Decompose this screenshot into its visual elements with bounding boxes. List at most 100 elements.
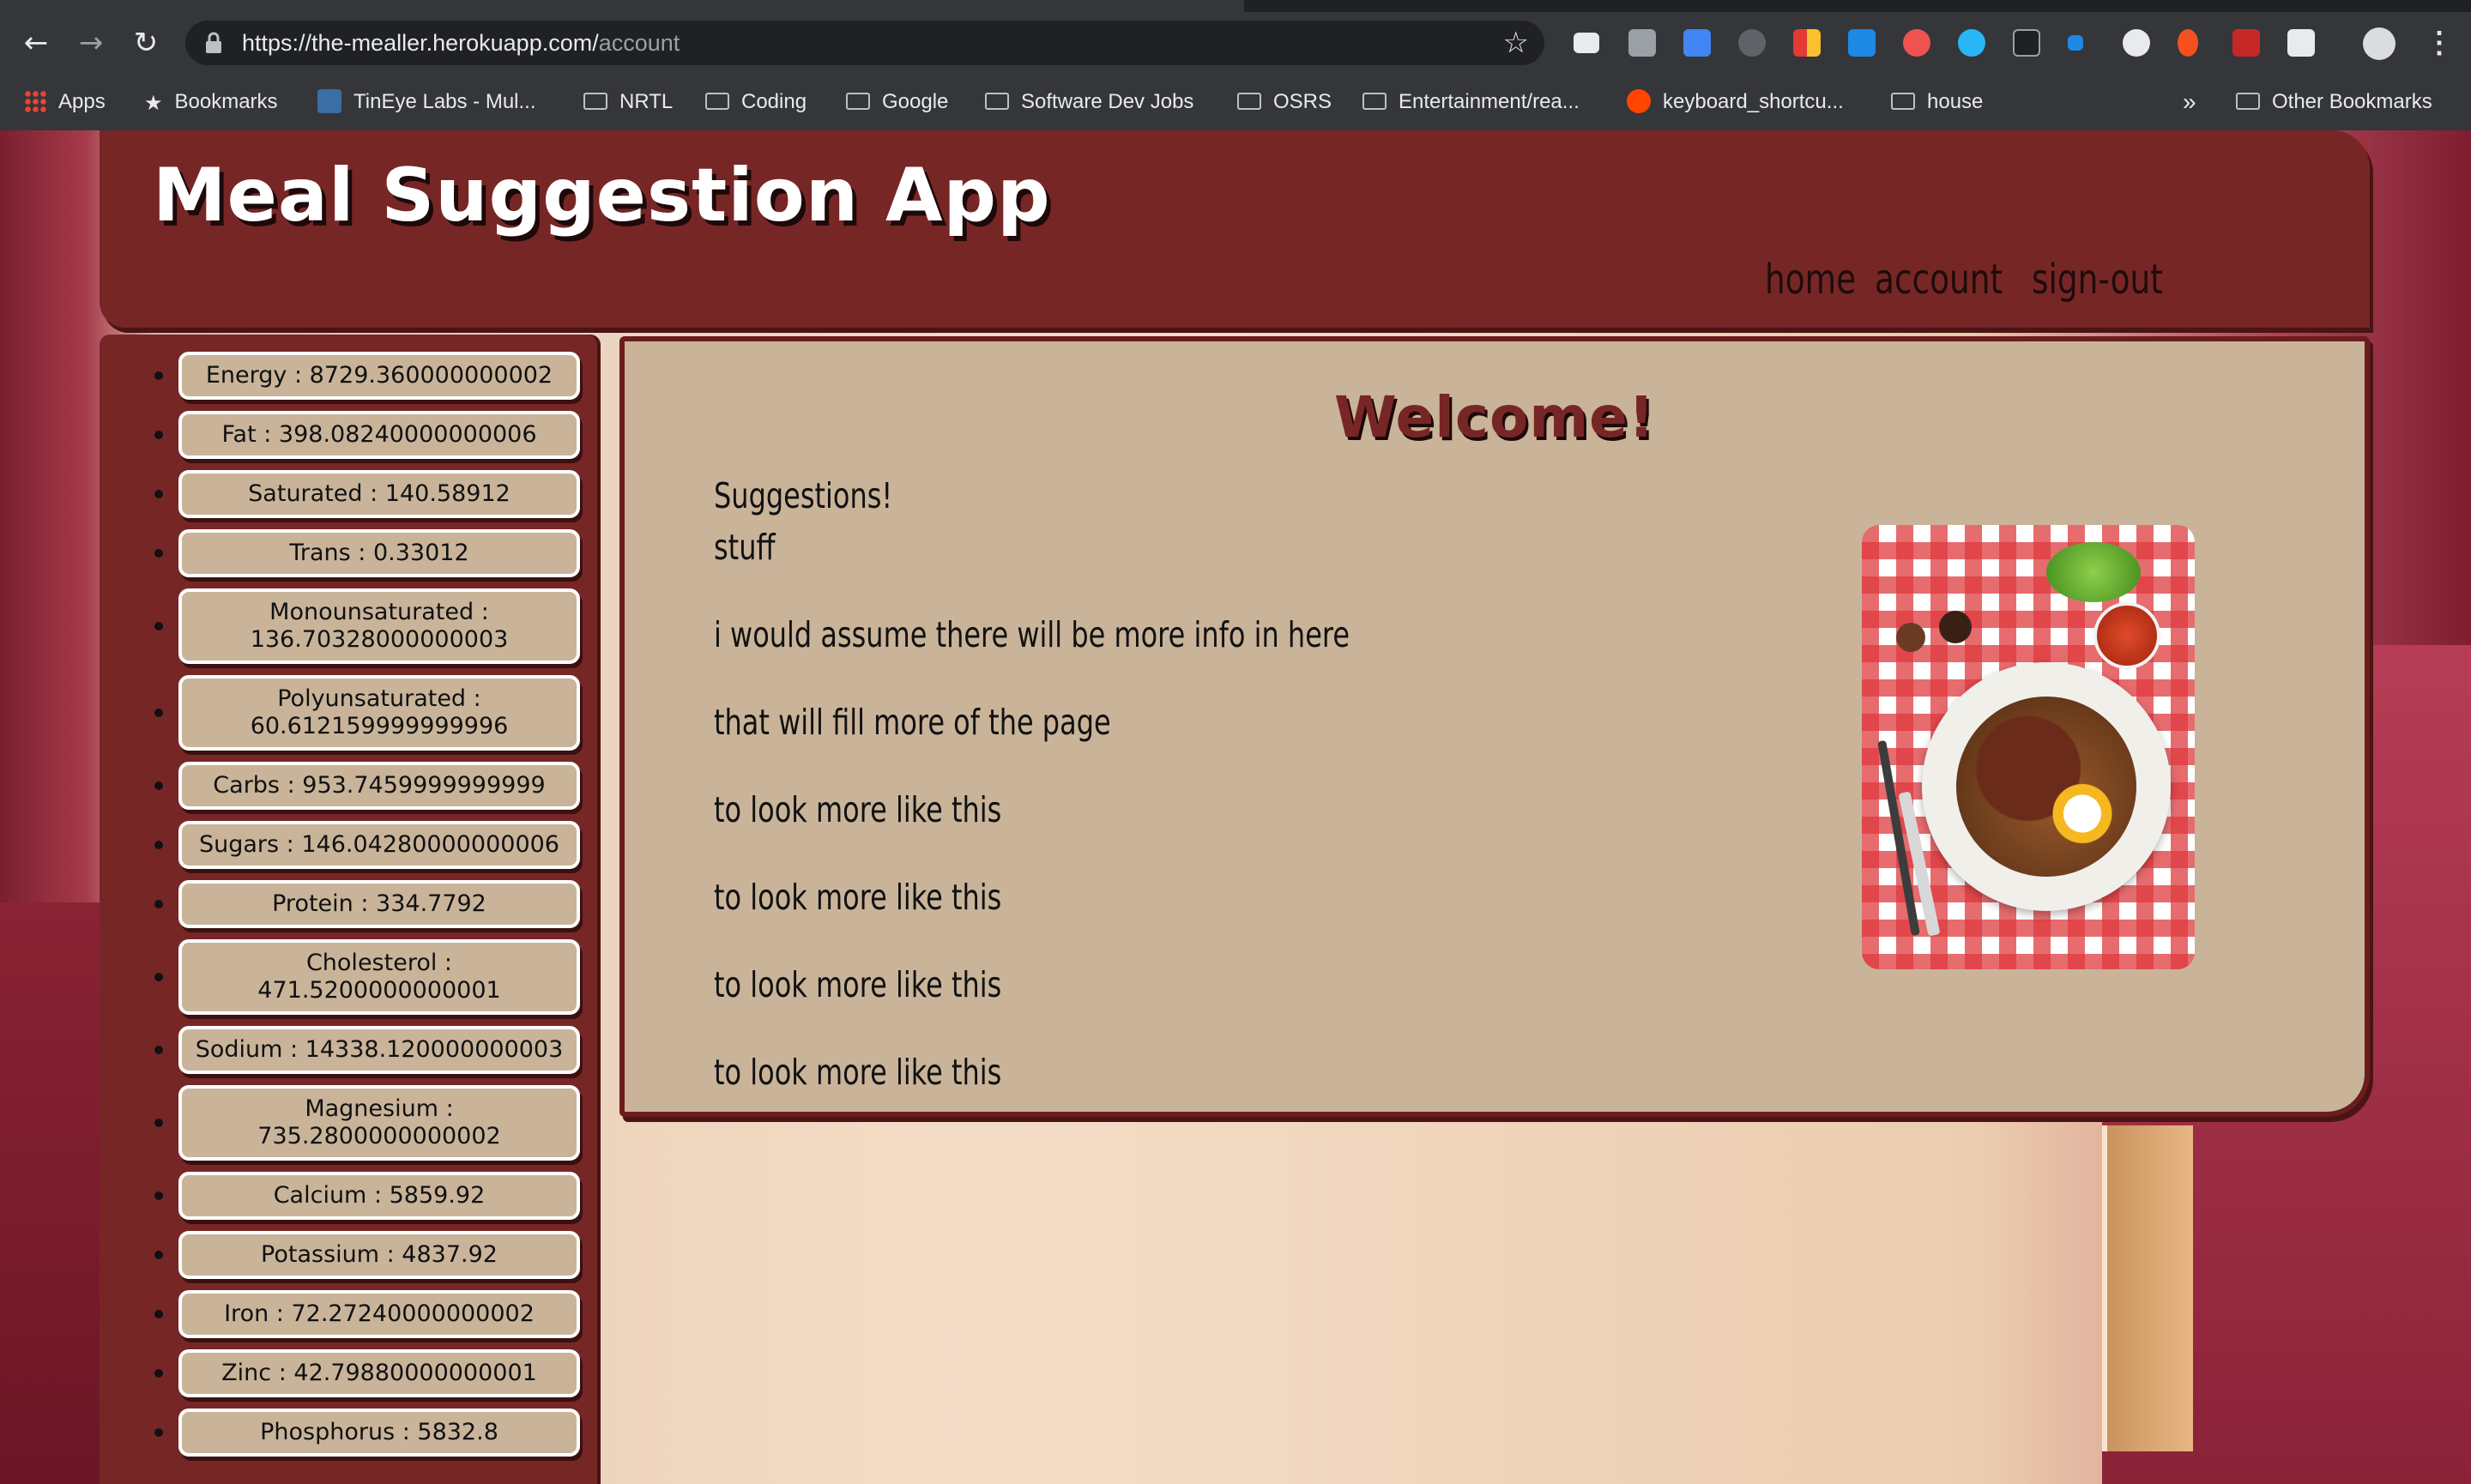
folder-icon xyxy=(985,92,1009,110)
nutrient-sodium: Sodium : 14338.120000000003 xyxy=(154,1026,580,1074)
pen-extension-icon[interactable] xyxy=(2013,29,2040,57)
folder-icon xyxy=(705,92,729,110)
bookmark-label: Apps xyxy=(58,90,106,113)
bookmark-folder-house[interactable]: house xyxy=(1891,74,1983,130)
bookmark-label: TinEye Labs - Mul... xyxy=(353,90,536,113)
page-viewport: Meal Suggestion App home account sign-ou… xyxy=(0,130,2471,1484)
star-icon: ★ xyxy=(144,90,163,115)
square-extension-icon[interactable] xyxy=(2068,35,2083,51)
nutrient-cholesterol: Cholesterol : 471.5200000000001 xyxy=(154,939,580,1015)
url-host: https://the-mealler.herokuapp.com/ xyxy=(242,30,599,56)
bookmark-label: keyboard_shortcu... xyxy=(1663,90,1844,113)
main-text-line: i would assume there will be more info i… xyxy=(714,614,1350,655)
folder-icon xyxy=(1237,92,1261,110)
main-text-line: Suggestions! xyxy=(714,475,893,516)
record-extension-icon[interactable] xyxy=(1903,29,1930,57)
bookmark-bookmarks[interactable]: ★ Bookmarks xyxy=(144,74,278,130)
bookmark-label: Other Bookmarks xyxy=(2272,90,2432,113)
bookmark-folder-osrs[interactable]: OSRS xyxy=(1237,74,1332,130)
main-panel: Welcome! Suggestions! stuff i would assu… xyxy=(619,336,2370,1117)
juice-glass-graphic xyxy=(2093,602,2160,669)
nutrient-monounsaturated: Monounsaturated : 136.70328000000003 xyxy=(154,588,580,664)
folder-icon xyxy=(2236,92,2260,110)
bookmark-folder-software-dev-jobs[interactable]: Software Dev Jobs xyxy=(985,74,1193,130)
bookmark-folder-google[interactable]: Google xyxy=(846,74,948,130)
vimeo-extension-icon[interactable] xyxy=(1958,29,1985,57)
profile-avatar[interactable] xyxy=(2363,27,2395,60)
nutrient-phosphorus: Phosphorus : 5832.8 xyxy=(154,1409,580,1457)
bookmark-folder-entertainment[interactable]: Entertainment/rea... xyxy=(1362,74,1580,130)
nutrient-potassium: Potassium : 4837.92 xyxy=(154,1231,580,1279)
color-extension-icon[interactable] xyxy=(1793,29,1821,57)
url-text: https://the-mealler.herokuapp.com/accoun… xyxy=(242,21,680,65)
nav-home-link[interactable]: home xyxy=(1765,256,1856,304)
nutrient-zinc: Zinc : 42.79880000000001 xyxy=(154,1349,580,1397)
back-arrow-icon[interactable]: ← xyxy=(19,26,53,60)
shield-extension-icon[interactable] xyxy=(1738,29,1766,57)
bookmark-folder-nrtl[interactable]: NRTL xyxy=(583,74,673,130)
plate-graphic xyxy=(1922,662,2171,911)
shakers-graphic xyxy=(1896,611,1982,662)
tineye-icon xyxy=(317,88,341,113)
nutrient-saturated: Saturated : 140.58912 xyxy=(154,470,580,518)
folder-icon xyxy=(1891,92,1915,110)
nutrient-energy: Energy : 8729.360000000002 xyxy=(154,352,580,400)
bookmark-label: Entertainment/rea... xyxy=(1399,90,1580,113)
folder-icon xyxy=(583,92,607,110)
main-text-line: that will fill more of the page xyxy=(714,702,1111,743)
tab-manager-extension-icon[interactable] xyxy=(1574,33,1599,53)
kebab-menu-icon[interactable]: ⋮ xyxy=(2425,26,2454,60)
welcome-heading: Welcome! xyxy=(1334,384,1655,450)
pepper-shaker-graphic xyxy=(1939,611,1972,643)
reader-extension-icon[interactable] xyxy=(1628,29,1656,57)
nutrient-iron: Iron : 72.27240000000002 xyxy=(154,1290,580,1338)
nutrient-protein: Protein : 334.7792 xyxy=(154,880,580,928)
background-cabinet-left xyxy=(0,902,103,1484)
qr-code-extension-icon[interactable] xyxy=(2287,29,2315,57)
food-graphic xyxy=(1956,697,2136,877)
bookmarks-overflow-button[interactable]: » xyxy=(2183,74,2196,130)
nutrient-fat: Fat : 398.08240000000006 xyxy=(154,411,580,459)
reload-icon[interactable]: ↻ xyxy=(129,26,163,60)
main-text-line: to look more like this xyxy=(714,964,1002,1005)
background-cabinet-wood xyxy=(2102,1125,2193,1451)
bookmark-other-bookmarks[interactable]: Other Bookmarks xyxy=(2236,74,2432,130)
bookmark-label: OSRS xyxy=(1273,90,1332,113)
browser-toolbar: ← → ↻ https://the-mealler.herokuapp.com/… xyxy=(0,12,2471,74)
bookmark-star-icon[interactable]: ☆ xyxy=(1503,26,1529,60)
bookmark-folder-coding[interactable]: Coding xyxy=(705,74,807,130)
translate-extension-icon[interactable] xyxy=(1683,29,1711,57)
nav-sign-out-link[interactable]: sign-out xyxy=(2032,256,2163,304)
bookmark-label: NRTL xyxy=(619,90,674,113)
main-text-line: stuff xyxy=(714,527,776,568)
nutrient-magnesium: Magnesium : 735.2800000000002 xyxy=(154,1085,580,1161)
site-header: Meal Suggestion App home account sign-ou… xyxy=(100,130,2370,328)
lock-icon xyxy=(206,32,221,53)
nav-account-link[interactable]: account xyxy=(1875,256,2003,304)
folder-icon xyxy=(1362,92,1387,110)
circle-extension-icon[interactable] xyxy=(2123,29,2150,57)
reddit-icon xyxy=(1627,88,1651,113)
nutrients-sidebar: Energy : 8729.360000000002 Fat : 398.082… xyxy=(100,335,597,1484)
main-text-line: to look more like this xyxy=(714,877,1002,918)
gift-extension-icon[interactable] xyxy=(2232,29,2260,57)
apps-grid-icon xyxy=(24,89,46,112)
clipboard-extension-icon[interactable] xyxy=(1848,29,1876,57)
bookmark-keyboard-shortcuts[interactable]: keyboard_shortcu... xyxy=(1627,74,1844,130)
main-nav: home account sign-out xyxy=(1765,256,2174,304)
salt-shaker-graphic xyxy=(1896,623,1925,652)
active-tab[interactable] xyxy=(0,0,1244,12)
bookmark-tineye[interactable]: TinEye Labs - Mul... xyxy=(317,74,536,130)
bookmark-label: Bookmarks xyxy=(174,90,278,113)
forward-arrow-icon[interactable]: → xyxy=(74,26,108,60)
bookmark-label: Software Dev Jobs xyxy=(1021,90,1194,113)
bookmarks-bar: Apps ★ Bookmarks TinEye Labs - Mul... NRT… xyxy=(0,74,2471,131)
nutrient-trans: Trans : 0.33012 xyxy=(154,529,580,577)
c-extension-icon[interactable] xyxy=(2178,29,2198,57)
bookmark-label: Google xyxy=(882,90,949,113)
address-bar[interactable]: https://the-mealler.herokuapp.com/accoun… xyxy=(185,21,1544,65)
url-path: account xyxy=(598,30,680,56)
main-text-line: to look more like this xyxy=(714,789,1002,830)
bookmark-apps[interactable]: Apps xyxy=(24,74,106,130)
bookmark-label: Coding xyxy=(741,90,807,113)
